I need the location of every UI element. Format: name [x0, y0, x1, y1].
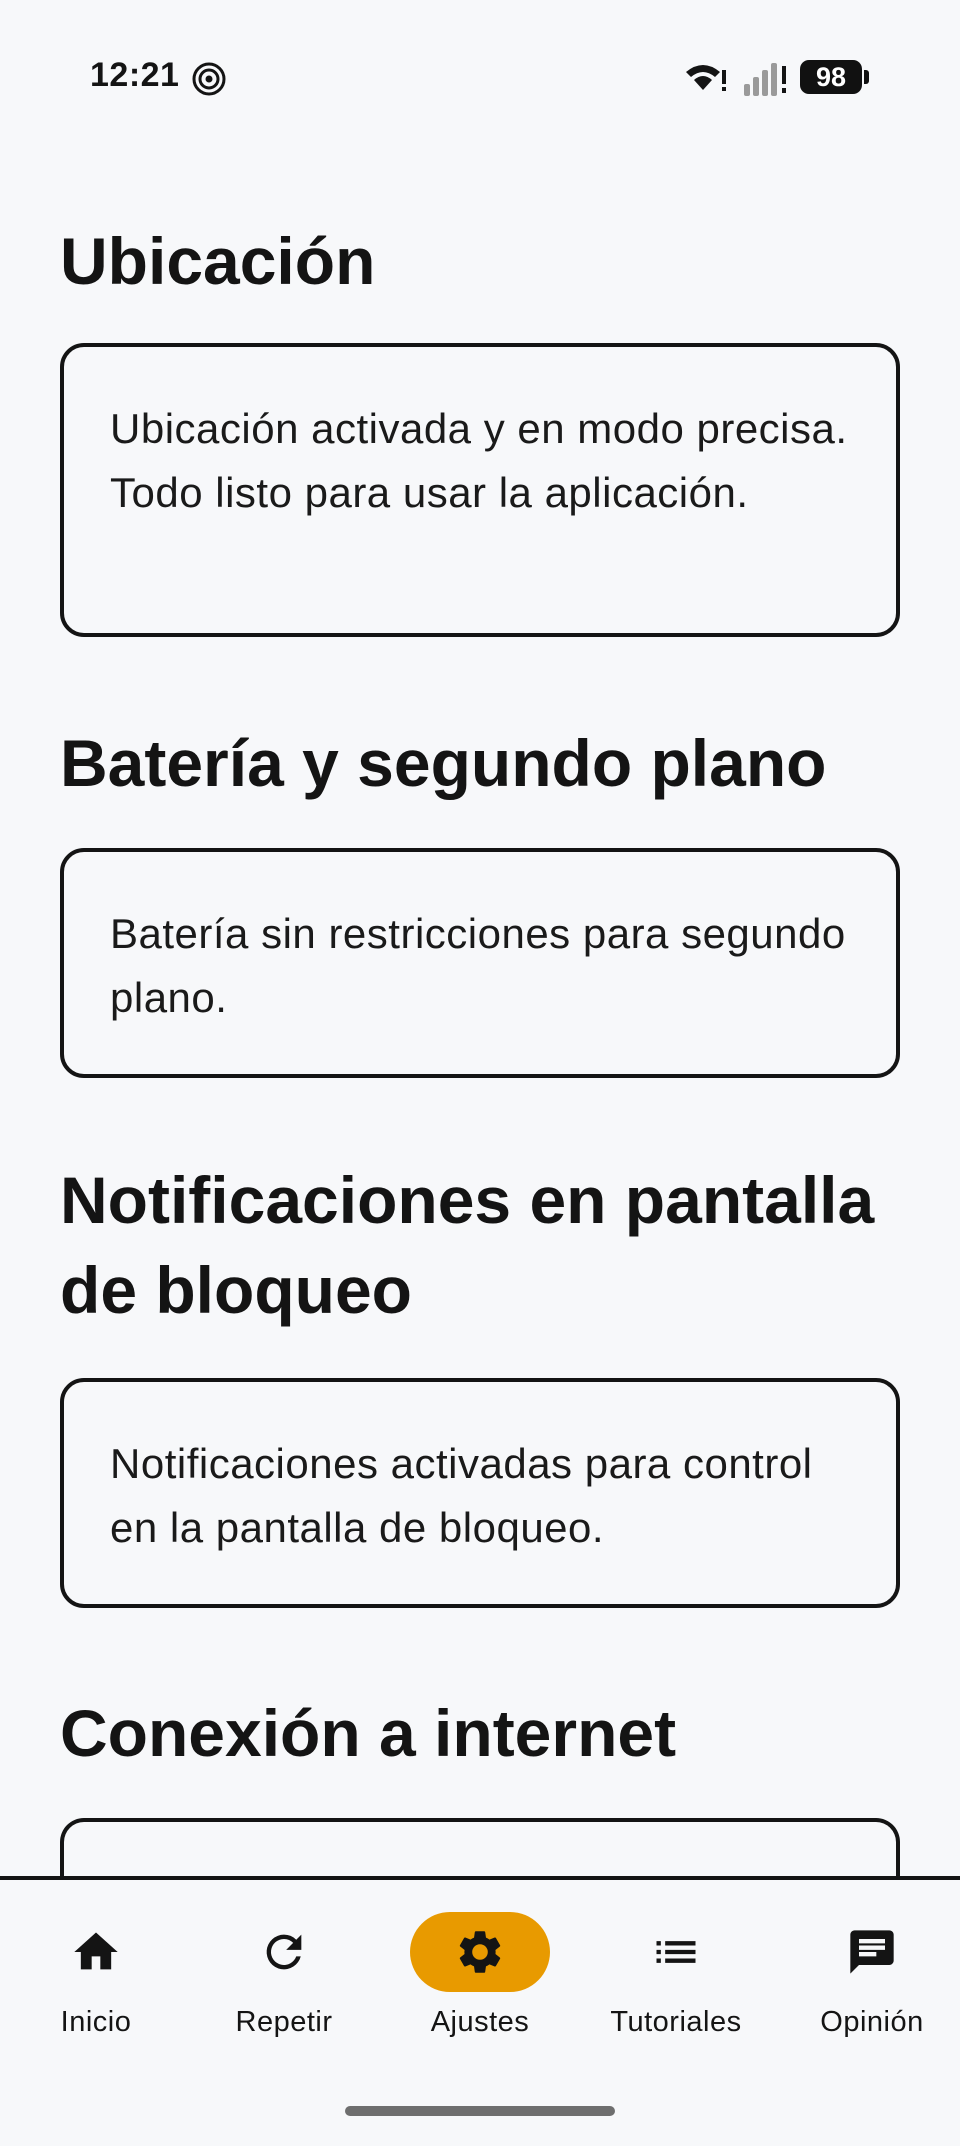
nav-item-opinion[interactable]: Opinión: [776, 1912, 960, 2062]
gear-icon: [459, 1931, 501, 1973]
battery-level: 98: [815, 61, 847, 92]
section-title-notificaciones: Notificaciones en pantalla de bloqueo: [60, 1163, 875, 1327]
home-indicator[interactable]: [345, 2106, 615, 2116]
home-icon: [74, 1932, 118, 1970]
nav-item-ajustes[interactable]: Ajustes: [384, 1912, 576, 2062]
battery-icon: 98: [800, 60, 870, 94]
status-card-text: Ubicación activada y en modo precisa. To…: [110, 405, 848, 516]
status-time: 12:21: [90, 56, 180, 94]
status-card-text: Notificaciones activadas para control en…: [110, 1440, 813, 1551]
status-card-ubicacion: Ubicación activada y en modo precisa. To…: [60, 343, 900, 637]
nav-item-tutoriales[interactable]: Tutoriales: [580, 1912, 772, 2062]
status-card-notificaciones: Notificaciones activadas para control en…: [60, 1378, 900, 1608]
status-card-text: Batería sin restricciones para segundo p…: [110, 910, 846, 1021]
status-bar: 12:21 98: [0, 0, 960, 150]
list-icon: [656, 1941, 696, 1963]
focus-icon: [192, 62, 226, 96]
nav-label: Repetir: [235, 2006, 333, 2038]
refresh-icon: [266, 1934, 302, 1970]
section-title-bateria: Batería y segundo plano: [60, 726, 827, 800]
active-indicator: [410, 1912, 550, 1992]
signal-icon: [744, 63, 786, 96]
nav-item-repetir[interactable]: Repetir: [188, 1912, 380, 2062]
wifi-icon: [686, 65, 726, 91]
section-title-ubicacion: Ubicación: [60, 224, 376, 298]
nav-item-inicio[interactable]: Inicio: [0, 1912, 192, 2062]
nav-label: Tutoriales: [610, 2006, 742, 2038]
nav-label: Inicio: [60, 2006, 132, 2038]
section-title-conexion: Conexión a internet: [60, 1696, 677, 1770]
feedback-icon: [850, 1930, 894, 1974]
nav-label: Opinión: [820, 2006, 924, 2038]
status-card-bateria: Batería sin restricciones para segundo p…: [60, 848, 900, 1078]
nav-label: Ajustes: [430, 2006, 530, 2038]
